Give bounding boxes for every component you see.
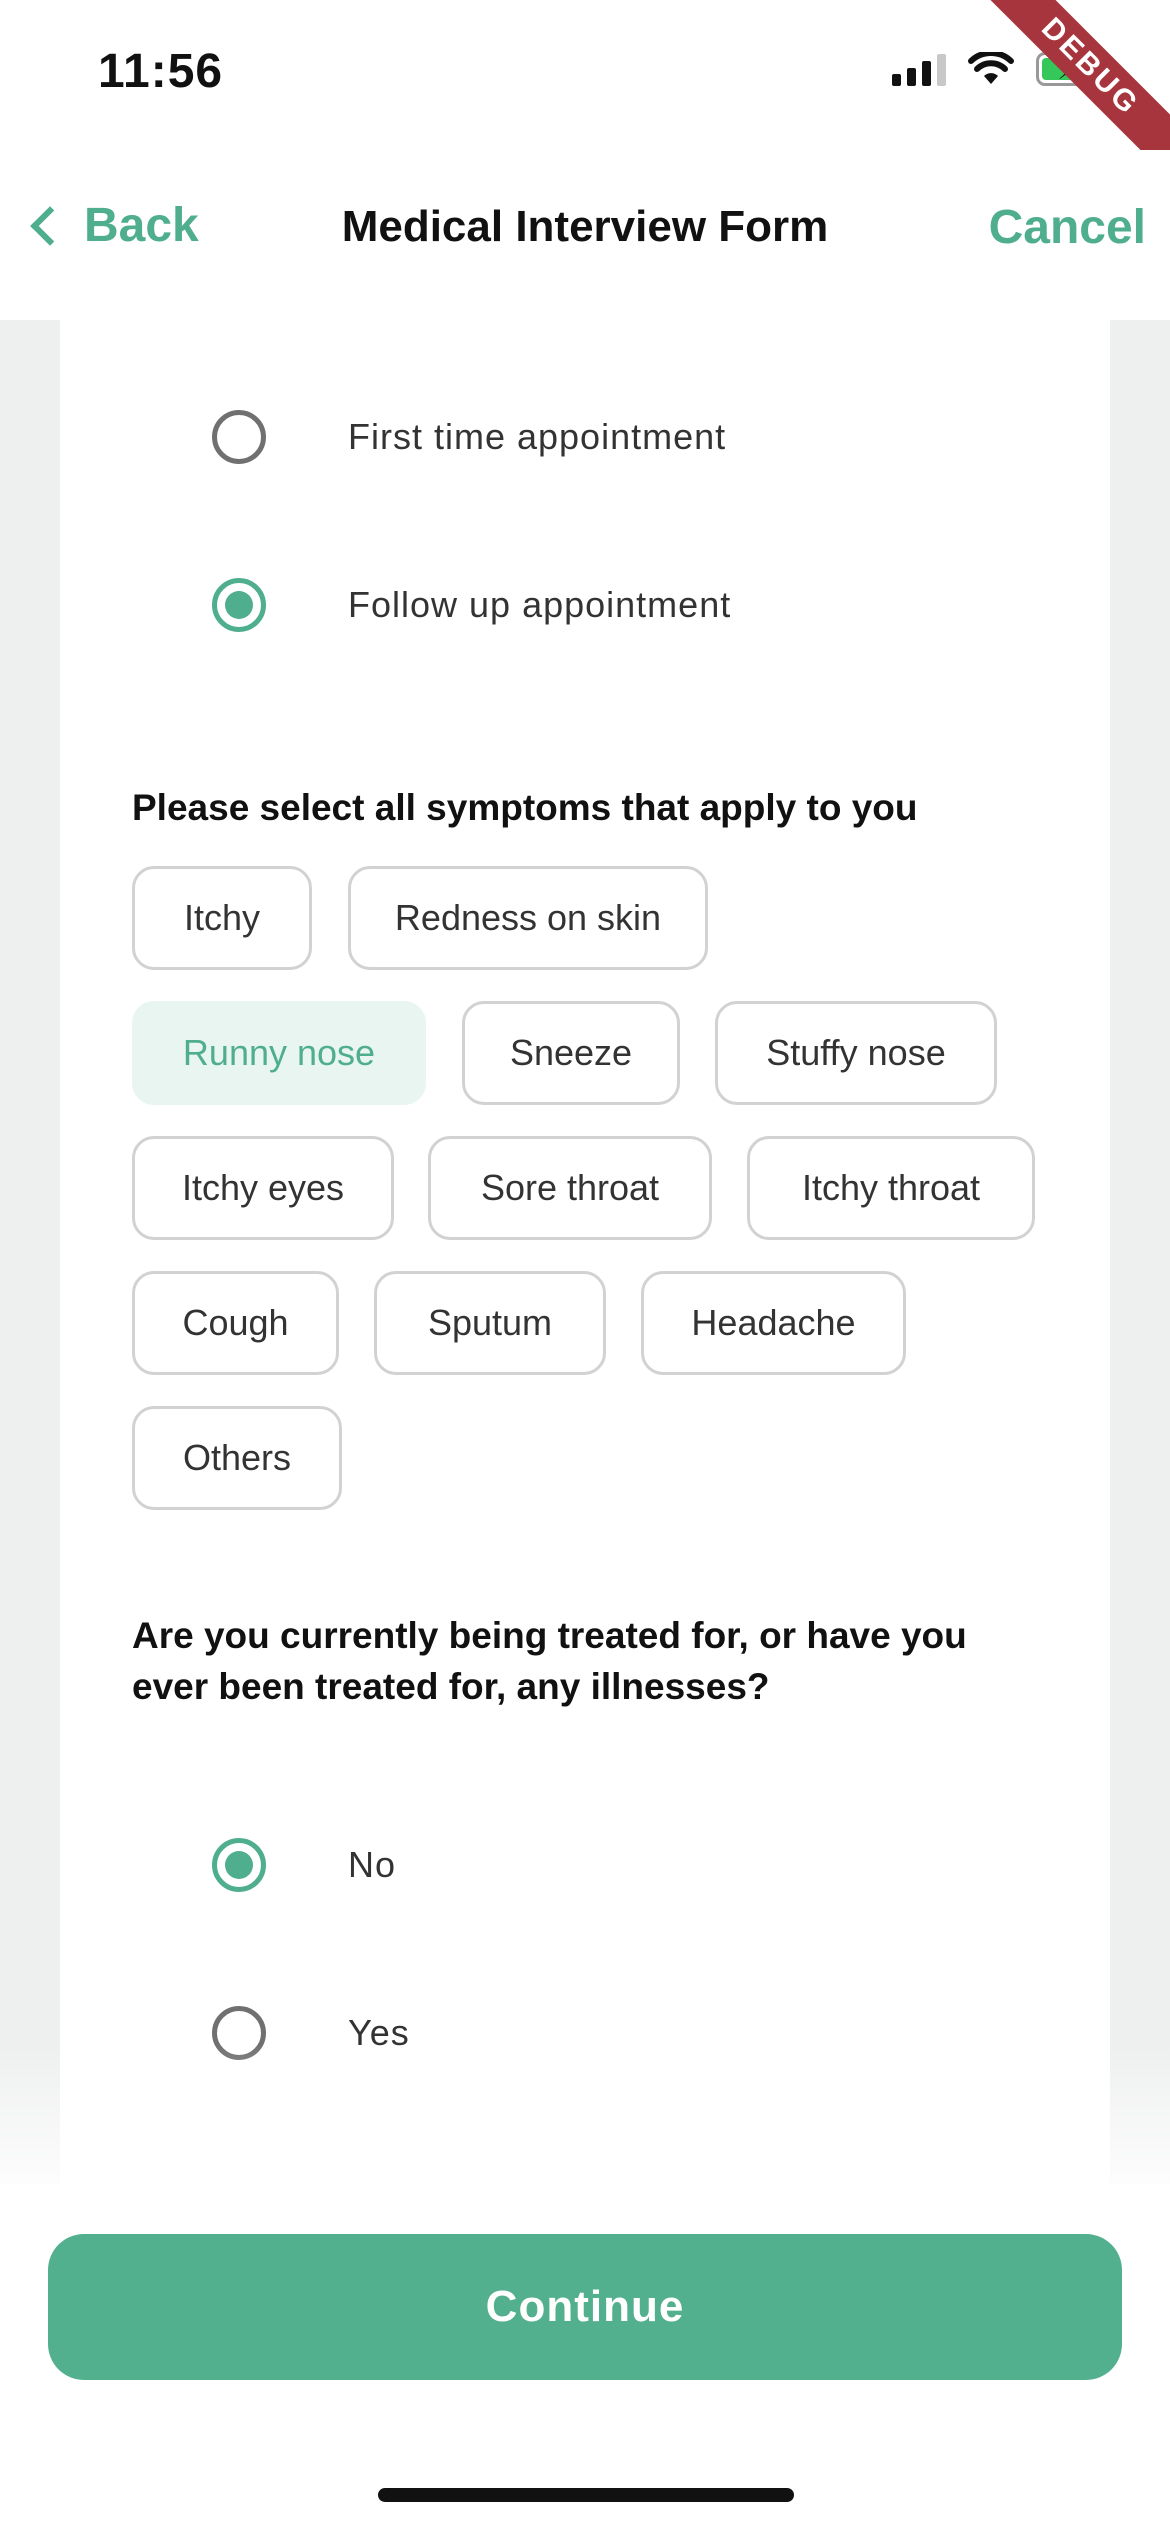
radio-follow-up-appointment[interactable]: Follow up appointment <box>212 578 731 632</box>
symptom-chip-cough[interactable]: Cough <box>132 1271 339 1375</box>
radio-label: Follow up appointment <box>348 584 732 625</box>
home-indicator <box>378 2488 794 2502</box>
illness-question: Are you currently being treated for, or … <box>132 1615 967 1707</box>
symptom-chip-sore-throat[interactable]: Sore throat <box>428 1136 712 1240</box>
radio-illness-no[interactable]: No <box>212 1838 396 1892</box>
symptom-chip-others[interactable]: Others <box>132 1406 342 1510</box>
symptom-chip-runny-nose[interactable]: Runny nose <box>132 1001 426 1105</box>
scroll-fade <box>0 2044 1170 2184</box>
symptom-chip-headache[interactable]: Headache <box>641 1271 906 1375</box>
continue-button[interactable]: Continue <box>48 2234 1122 2380</box>
symptom-chip-redness-on-skin[interactable]: Redness on skin <box>348 866 708 970</box>
navigation-bar: Back Medical Interview Form Cancel <box>0 150 1170 320</box>
symptom-chip-itchy[interactable]: Itchy <box>132 866 312 970</box>
symptom-chip-stuffy-nose[interactable]: Stuffy nose <box>715 1001 997 1105</box>
wifi-icon <box>968 52 1014 84</box>
cancel-button[interactable]: Cancel <box>989 200 1146 255</box>
radio-button-checked[interactable] <box>212 1838 266 1892</box>
radio-button-checked[interactable] <box>212 578 266 632</box>
symptom-chip-itchy-eyes[interactable]: Itchy eyes <box>132 1136 394 1240</box>
symptoms-question: Please select all symptoms that apply to… <box>132 787 918 828</box>
symptom-chip-sneeze[interactable]: Sneeze <box>462 1001 680 1105</box>
status-bar: 11:56 ⚡ DEBUG <box>0 0 1170 190</box>
radio-label: No <box>348 1844 397 1885</box>
radio-button-unchecked[interactable] <box>212 410 266 464</box>
symptom-chip-sputum[interactable]: Sputum <box>374 1271 606 1375</box>
radio-first-time-appointment[interactable]: First time appointment <box>212 410 726 464</box>
status-time: 11:56 <box>98 45 224 98</box>
radio-label: First time appointment <box>348 416 727 457</box>
signal-icon <box>892 52 946 86</box>
symptom-chip-itchy-throat[interactable]: Itchy throat <box>747 1136 1035 1240</box>
